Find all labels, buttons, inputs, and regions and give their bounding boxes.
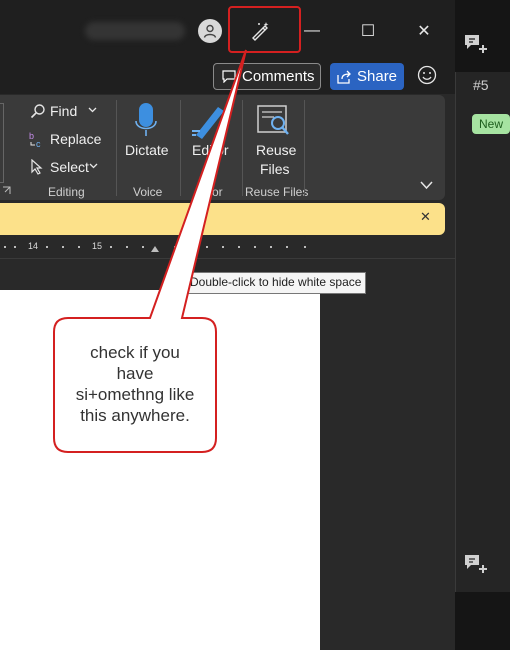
callout-line: si+omethng like xyxy=(75,385,195,404)
ribbon-separator xyxy=(180,100,181,196)
ruler-tick xyxy=(286,246,288,248)
replace-button[interactable]: Replace xyxy=(50,131,101,147)
find-label: Find xyxy=(50,103,78,119)
reuse-files-icon xyxy=(257,105,289,135)
ribbon-separator xyxy=(116,100,117,196)
account-icon xyxy=(203,24,217,38)
feedback-smiley-icon[interactable] xyxy=(417,65,437,85)
select-cursor-icon xyxy=(31,159,43,175)
comment-card[interactable] xyxy=(455,72,510,592)
editor-label: Editor xyxy=(192,142,229,158)
dialog-launcher-icon[interactable] xyxy=(2,186,11,195)
collapsed-group-edge xyxy=(0,103,4,183)
account-avatar[interactable] xyxy=(198,19,222,43)
reuse-files-button-line2[interactable]: Files xyxy=(260,161,290,177)
ruler-tick xyxy=(126,246,128,248)
indent-marker-icon[interactable] xyxy=(150,243,160,253)
callout-text: check if you have si+omethng like this a… xyxy=(60,342,210,426)
reuse-files-button[interactable]: Reuse xyxy=(256,142,296,158)
find-chevron-down-icon[interactable] xyxy=(88,107,97,113)
add-comment-icon[interactable] xyxy=(463,553,489,575)
dictate-label: Dictate xyxy=(125,142,169,158)
find-icon xyxy=(30,104,45,119)
maximize-icon: ☐ xyxy=(360,23,376,40)
highlight-box xyxy=(228,6,301,53)
select-label: Select xyxy=(50,159,89,175)
svg-text:c: c xyxy=(36,139,41,148)
word-window: — ☐ ✕ Comments Share Find b c Replace Se… xyxy=(0,0,455,650)
ruler-tick xyxy=(14,246,16,248)
ruler-label: 15 xyxy=(92,241,103,251)
ruler-tick xyxy=(78,246,80,248)
callout-line: this anywhere. xyxy=(80,406,190,425)
ruler-tick xyxy=(238,246,240,248)
minimize-icon: — xyxy=(304,22,320,39)
ruler-tick xyxy=(190,246,192,248)
select-button[interactable]: Select xyxy=(50,159,89,175)
ruler-tick xyxy=(270,246,272,248)
notification-bar xyxy=(0,203,445,235)
comments-label: Comments xyxy=(242,68,315,85)
ruler-tick xyxy=(254,246,256,248)
ruler-tick xyxy=(206,246,208,248)
notification-close-button[interactable]: ✕ xyxy=(420,209,431,225)
share-icon xyxy=(337,70,351,84)
svg-text:b: b xyxy=(29,131,34,141)
ruler-tick xyxy=(110,246,112,248)
editor-group-label: or xyxy=(212,185,223,199)
dictate-button[interactable]: Dictate xyxy=(125,142,169,158)
comment-number: #5 xyxy=(473,77,489,93)
horizontal-ruler xyxy=(0,238,320,256)
ribbon-separator xyxy=(242,100,243,196)
close-icon: ✕ xyxy=(417,23,431,40)
find-button[interactable]: Find xyxy=(50,103,77,119)
new-badge: New xyxy=(472,114,510,134)
ruler-label: 14 xyxy=(28,241,39,251)
ribbon-expand-chevron-icon[interactable] xyxy=(420,181,433,190)
blurred-document-name xyxy=(85,22,185,40)
editor-button[interactable]: Editor xyxy=(192,142,229,158)
hide-white-space-tooltip: Double-click to hide white space xyxy=(185,272,367,294)
ruler-tick xyxy=(46,246,48,248)
close-icon: ✕ xyxy=(420,209,431,224)
callout-line: have xyxy=(116,364,154,383)
share-button[interactable]: Share xyxy=(330,63,404,90)
replace-label: Replace xyxy=(50,131,102,147)
ruler-tick xyxy=(4,246,6,248)
ruler-tick xyxy=(222,246,224,248)
select-chevron-down-icon[interactable] xyxy=(89,163,98,169)
comments-button[interactable]: Comments xyxy=(213,63,321,90)
ruler-tick xyxy=(62,246,64,248)
editing-group-label: Editing xyxy=(48,185,85,199)
voice-group-label: Voice xyxy=(133,185,163,199)
comment-icon xyxy=(222,70,236,83)
reuse-files-group-label: Reuse Files xyxy=(245,185,309,199)
add-comment-icon[interactable] xyxy=(463,33,489,55)
reuse-label-2: Files xyxy=(260,161,290,177)
editor-pen-icon xyxy=(192,107,224,139)
ruler-tick xyxy=(142,246,144,248)
callout-line: check if you xyxy=(90,343,180,362)
reuse-label-1: Reuse xyxy=(256,142,297,158)
maximize-button[interactable]: ☐ xyxy=(350,16,386,46)
ribbon-separator xyxy=(304,100,305,196)
ruler-tick xyxy=(174,246,176,248)
ruler-tick xyxy=(304,246,306,248)
share-label: Share xyxy=(357,68,398,85)
close-button[interactable]: ✕ xyxy=(406,16,442,46)
replace-icon: b c xyxy=(29,131,41,148)
microphone-icon xyxy=(135,103,157,136)
